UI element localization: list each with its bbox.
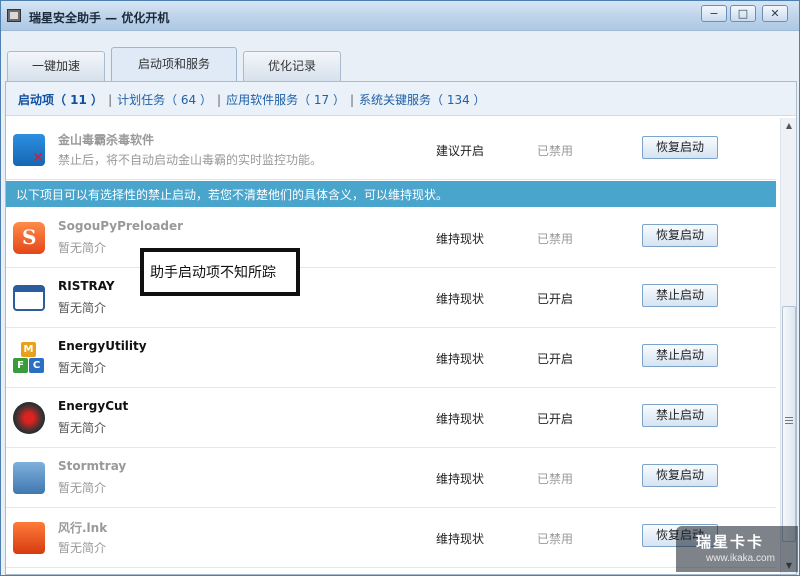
- filter-separator: |: [349, 93, 355, 107]
- restore-startup-button[interactable]: 恢复启动: [642, 136, 718, 159]
- item-suggestion: 建议开启: [436, 144, 485, 158]
- app-logo-icon: [7, 9, 21, 22]
- item-suggestion: 维持现状: [436, 532, 485, 546]
- list-item: RISTRAY 暂无简介 维持现状 已开启 禁止启动: [6, 268, 776, 328]
- list-item: 风行.lnk 暂无简介 维持现状 已禁用 恢复启动: [6, 508, 776, 568]
- energycut-icon: [13, 402, 45, 434]
- item-description: 暂无简介: [58, 541, 107, 555]
- item-suggestion: 维持现状: [436, 292, 485, 306]
- block-m-icon: M: [21, 342, 36, 357]
- item-suggestion: 维持现状: [436, 352, 485, 366]
- item-state: 已禁用: [537, 232, 574, 246]
- filter-startup-items[interactable]: 启动项（ 11 ）: [18, 93, 103, 107]
- watermark-title: 瑞星卡卡: [696, 533, 765, 551]
- window-icon: [13, 285, 45, 311]
- disable-startup-button[interactable]: 禁止启动: [642, 404, 718, 427]
- title-bar[interactable]: 瑞星安全助手 — 优化开机 − □ ✕: [1, 1, 799, 31]
- item-state: 已开启: [537, 412, 574, 426]
- fengxing-icon: [13, 522, 45, 554]
- content-panel: 启动项（ 11 ） | 计划任务（ 64 ） | 应用软件服务（ 17 ） | 系统关键服务…: [5, 81, 797, 575]
- energy-utility-icon: M F C: [13, 342, 45, 374]
- block-c-icon: C: [29, 358, 44, 373]
- scroll-thumb[interactable]: [782, 306, 796, 542]
- startup-list: 金山毒霸杀毒软件 禁止后，将不自动启动金山毒霸的实时监控功能。 建议开启 已禁用…: [6, 120, 776, 574]
- list-item: SogouPyPreloader 暂无简介 维持现状 已禁用 恢复启动: [6, 208, 776, 268]
- main-window: 瑞星安全助手 — 优化开机 − □ ✕ 一键加速 启动项和服务 优化记录 启动项…: [0, 0, 800, 576]
- info-banner: 以下项目可以有选择性的禁止启动，若您不清楚他们的具体含义，可以维持现状。: [6, 181, 776, 207]
- minimize-button[interactable]: −: [701, 5, 727, 22]
- item-name: 金山毒霸杀毒软件: [58, 133, 155, 147]
- item-description: 暂无简介: [58, 421, 107, 435]
- filter-system-services[interactable]: 系统关键服务（ 134 ）: [359, 93, 486, 107]
- item-name: SogouPyPreloader: [58, 219, 184, 233]
- filter-app-services[interactable]: 应用软件服务（ 17 ）: [226, 93, 345, 107]
- watermark-url: www.ikaka.com: [706, 553, 775, 564]
- item-description: 暂无简介: [58, 241, 107, 255]
- tab-optimize-history[interactable]: 优化记录: [243, 51, 341, 81]
- sogou-icon: [13, 222, 45, 254]
- window-title: 瑞星安全助手 — 优化开机: [29, 11, 170, 25]
- item-state: 已开启: [537, 292, 574, 306]
- tab-startup-and-services[interactable]: 启动项和服务: [111, 47, 237, 81]
- tab-bar: 一键加速 启动项和服务 优化记录: [5, 47, 797, 81]
- item-state: 已禁用: [537, 144, 574, 158]
- disable-startup-button[interactable]: 禁止启动: [642, 344, 718, 367]
- item-name: EnergyCut: [58, 399, 129, 413]
- close-button[interactable]: ✕: [762, 5, 788, 22]
- item-description: 禁止后，将不自动启动金山毒霸的实时监控功能。: [58, 153, 323, 167]
- maximize-button[interactable]: □: [730, 5, 756, 22]
- item-name: RISTRAY: [58, 279, 115, 293]
- watermark: 瑞星卡卡 www.ikaka.com: [676, 526, 798, 572]
- restore-startup-button[interactable]: 恢复启动: [642, 464, 718, 487]
- item-suggestion: 维持现状: [436, 232, 485, 246]
- list-item: EnergyCut 暂无简介 维持现状 已开启 禁止启动: [6, 388, 776, 448]
- item-name: 风行.lnk: [58, 521, 108, 535]
- item-state: 已开启: [537, 352, 574, 366]
- item-suggestion: 维持现状: [436, 412, 485, 426]
- item-suggestion: 维持现状: [436, 472, 485, 486]
- block-f-icon: F: [13, 358, 28, 373]
- restore-startup-button[interactable]: 恢复启动: [642, 224, 718, 247]
- grip-icon: [785, 417, 793, 424]
- stormtray-icon: [13, 462, 45, 494]
- list-item: Stormtray 暂无简介 维持现状 已禁用 恢复启动: [6, 448, 776, 508]
- item-description: 暂无简介: [58, 301, 107, 315]
- filter-scheduled-tasks[interactable]: 计划任务（ 64 ）: [117, 93, 212, 107]
- item-name: EnergyUtility: [58, 339, 147, 353]
- filter-separator: |: [217, 93, 222, 107]
- item-name: Stormtray: [58, 459, 127, 473]
- item-description: 暂无简介: [58, 361, 107, 375]
- kingsoft-antivirus-icon: [13, 134, 45, 166]
- item-state: 已禁用: [537, 472, 574, 486]
- filter-separator: |: [108, 93, 113, 107]
- annotation-box: 助手启动项不知所踪: [140, 248, 300, 296]
- scroll-up-icon[interactable]: ▲: [783, 120, 795, 132]
- vertical-scrollbar[interactable]: ▲ ▼: [780, 118, 796, 574]
- filter-bar: 启动项（ 11 ） | 计划任务（ 64 ） | 应用软件服务（ 17 ） | 系统关键服务…: [6, 82, 796, 116]
- tab-one-click-boost[interactable]: 一键加速: [7, 51, 105, 81]
- list-item: M F C EnergyUtility 暂无简介 维持现状 已开启 禁止启动: [6, 328, 776, 388]
- item-description: 暂无简介: [58, 481, 107, 495]
- item-state: 已禁用: [537, 532, 574, 546]
- list-item: 金山毒霸杀毒软件 禁止后，将不自动启动金山毒霸的实时监控功能。 建议开启 已禁用…: [6, 120, 776, 180]
- disable-startup-button[interactable]: 禁止启动: [642, 284, 718, 307]
